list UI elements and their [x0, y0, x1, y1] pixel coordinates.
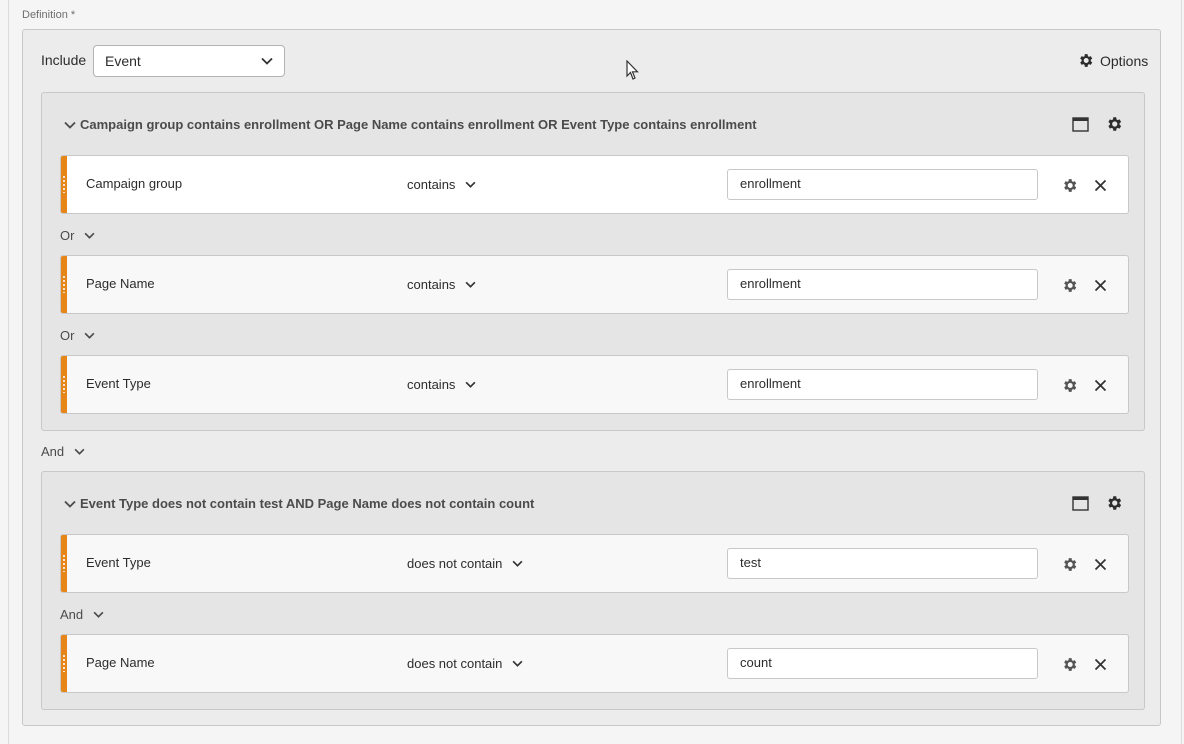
- chevron-down-icon: [84, 232, 95, 239]
- include-select[interactable]: Event: [93, 45, 285, 77]
- rule-operator: contains: [407, 377, 456, 392]
- container-2-actions: [1072, 494, 1123, 512]
- rule-operator: does not contain: [407, 656, 503, 671]
- rule-value-input[interactable]: enrollment: [727, 169, 1038, 200]
- container-1-header[interactable]: Campaign group contains enrollment OR Pa…: [64, 117, 757, 132]
- gear-icon: [1077, 52, 1094, 69]
- chevron-down-icon: [64, 500, 76, 508]
- connector-dropdown[interactable]: Or: [60, 328, 95, 343]
- gear-icon[interactable]: [1061, 556, 1078, 573]
- options-label: Options: [1100, 52, 1149, 69]
- drag-handle[interactable]: [61, 635, 67, 692]
- gear-icon[interactable]: [1061, 277, 1078, 294]
- close-icon[interactable]: [1094, 179, 1107, 192]
- include-select-value: Event: [105, 53, 141, 69]
- chevron-down-icon: [465, 381, 476, 388]
- chevron-down-icon: [74, 448, 85, 455]
- rule-row: Event Type does not contain test: [60, 534, 1129, 593]
- container-connector-dropdown[interactable]: And: [41, 444, 85, 459]
- connector-dropdown[interactable]: And: [60, 607, 104, 622]
- definition-label: Definition *: [22, 9, 76, 21]
- chevron-down-icon: [512, 660, 523, 667]
- rule-operator-dropdown[interactable]: does not contain: [407, 556, 523, 571]
- rule-operator-dropdown[interactable]: contains: [407, 377, 476, 392]
- close-icon[interactable]: [1094, 279, 1107, 292]
- container-2-title: Event Type does not contain test AND Pag…: [80, 496, 535, 511]
- chevron-down-icon: [64, 121, 76, 129]
- close-icon[interactable]: [1094, 379, 1107, 392]
- gear-icon[interactable]: [1061, 656, 1078, 673]
- connector-label: And: [41, 444, 65, 459]
- connector-label: Or: [60, 328, 75, 343]
- rule-operator: does not contain: [407, 556, 503, 571]
- rule-dimension: Page Name: [86, 655, 155, 670]
- include-label: Include: [41, 52, 87, 68]
- chevron-down-icon: [512, 560, 523, 567]
- rule-row: Event Type contains enrollment: [60, 355, 1129, 414]
- window-icon[interactable]: [1072, 116, 1089, 132]
- gear-icon[interactable]: [1061, 377, 1078, 394]
- rule-dimension: Campaign group: [86, 176, 183, 191]
- gear-icon[interactable]: [1061, 177, 1078, 194]
- connector-dropdown[interactable]: Or: [60, 228, 95, 243]
- rule-operator: contains: [407, 177, 456, 192]
- drag-handle[interactable]: [61, 356, 67, 413]
- chevron-down-icon: [261, 57, 273, 65]
- chevron-down-icon: [84, 332, 95, 339]
- connector-label: And: [60, 607, 84, 622]
- rule-row: Campaign group contains enrollment: [60, 155, 1129, 214]
- chevron-down-icon: [93, 611, 104, 618]
- gear-icon[interactable]: [1105, 115, 1123, 133]
- window-icon[interactable]: [1072, 495, 1089, 511]
- drag-handle[interactable]: [61, 535, 67, 592]
- rule-operator-dropdown[interactable]: does not contain: [407, 656, 523, 671]
- rule-value-input[interactable]: test: [727, 548, 1038, 579]
- drag-handle[interactable]: [61, 156, 67, 213]
- gear-icon[interactable]: [1105, 494, 1123, 512]
- rule-dimension: Page Name: [86, 276, 155, 291]
- container-2-header[interactable]: Event Type does not contain test AND Pag…: [64, 496, 534, 511]
- rule-dimension: Event Type: [86, 555, 151, 570]
- rule-row: Page Name does not contain count: [60, 634, 1129, 693]
- rule-value-input[interactable]: enrollment: [727, 269, 1038, 300]
- drag-handle[interactable]: [61, 256, 67, 313]
- rule-operator-dropdown[interactable]: contains: [407, 277, 476, 292]
- rule-dimension: Event Type: [86, 376, 151, 391]
- close-icon[interactable]: [1094, 658, 1107, 671]
- rule-row: Page Name contains enrollment: [60, 255, 1129, 314]
- container-1-actions: [1072, 115, 1123, 133]
- rule-value-input[interactable]: count: [727, 648, 1038, 679]
- chevron-down-icon: [465, 181, 476, 188]
- rule-operator-dropdown[interactable]: contains: [407, 177, 476, 192]
- connector-label: Or: [60, 228, 75, 243]
- options-button[interactable]: Options: [1077, 52, 1148, 69]
- close-icon[interactable]: [1094, 558, 1107, 571]
- rule-operator: contains: [407, 277, 456, 292]
- mouse-cursor-icon: [626, 60, 639, 81]
- rule-value-input[interactable]: enrollment: [727, 369, 1038, 400]
- chevron-down-icon: [465, 281, 476, 288]
- container-1-title: Campaign group contains enrollment OR Pa…: [80, 117, 757, 132]
